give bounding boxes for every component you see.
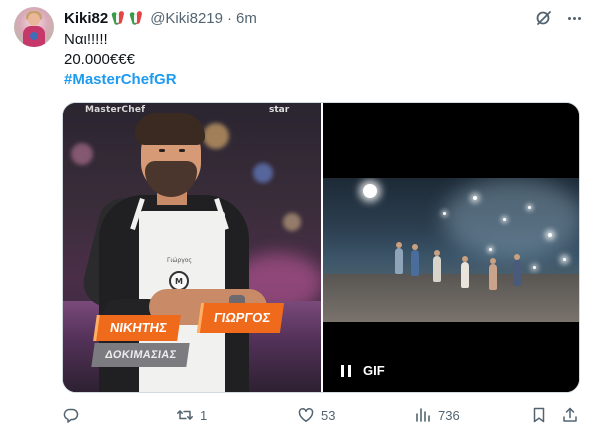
tweet[interactable]: Kiki82 @Kiki8219 · 6m Ναι!!!!! 20.000€€€… [0,0,600,435]
avatar[interactable] [14,7,54,47]
background-light [203,123,229,149]
bookmark-icon [533,407,545,423]
runner [513,260,521,286]
firework-spark [503,218,506,221]
gif-frame [323,178,579,322]
firework-spark [528,206,531,209]
firework-spark [489,248,492,251]
gif-badge: GIF [363,363,385,378]
more-options-icon[interactable] [564,8,584,28]
tweet-text-line: 20.000€€€ [64,51,135,68]
repost-button[interactable]: 1 [176,400,207,430]
avatar-decoration [30,32,38,40]
background-light [71,143,93,165]
views-count: 736 [438,407,460,423]
avatar-head [28,13,40,26]
like-button[interactable]: 53 [297,400,335,430]
person-beard [145,161,197,197]
gif-ground [323,274,579,322]
user-handle[interactable]: @Kiki8219 [150,10,223,27]
hashtag-link[interactable]: #MasterChefGR [64,70,177,90]
runner [489,264,497,290]
runner [411,250,419,276]
firework-spark [363,184,377,198]
timestamp[interactable]: 6m [236,10,257,27]
separator-dot: · [226,9,232,27]
gif-sky-glow [443,178,579,258]
share-icon [563,407,577,422]
runner [395,248,403,274]
views-icon [416,408,430,422]
repost-icon [177,410,193,420]
tweet-header: Kiki82 @Kiki8219 · 6m [64,8,257,28]
grok-icon[interactable] [534,8,554,28]
apron-name-tag: Γιώργος [167,257,192,264]
reply-icon [63,408,79,423]
bookmark-button[interactable] [530,400,548,430]
firework-spark [548,233,552,237]
person-hair [135,113,205,145]
runner [433,256,441,282]
lower-third-surname: ΓΙΩΡΓΟΣ [196,303,285,333]
like-count: 53 [321,407,336,423]
runner [461,262,469,288]
firework-spark [563,258,566,261]
firework-spark [533,266,536,269]
background-light [253,163,273,183]
channel-logo: MasterChef [85,105,146,115]
views-button[interactable]: 736 [414,400,460,430]
person-eye [179,149,185,152]
media-photo[interactable]: Γιώργος M MasterChef star ΓΙΩΡΓΟΣ ΝΙΚΗΤΗ… [63,103,321,392]
flag-ribbon-emoji-icon [111,10,126,26]
action-bar: 1 53 736 [0,400,600,430]
person-eye [159,149,165,152]
share-button[interactable] [561,400,579,430]
repost-count: 1 [200,407,208,423]
firework-spark [473,196,477,200]
lower-third-title: ΝΙΚΗΤΗΣ [93,315,181,341]
firework-spark [443,212,446,215]
station-logo: star [269,105,290,115]
heart-icon [298,407,314,422]
background-light [283,213,301,231]
media-gif[interactable]: GIF [323,103,579,392]
reply-button[interactable] [62,400,86,430]
apron-logo: M [169,271,189,291]
media-grid: Γιώργος M MasterChef star ΓΙΩΡΓΟΣ ΝΙΚΗΤΗ… [62,102,580,393]
pause-icon[interactable] [341,365,351,377]
display-name[interactable]: Kiki82 [64,10,108,27]
flag-ribbon-emoji-icon [129,10,144,26]
lower-third-subtitle: ΔΟΚΙΜΑΣΙΑΣ [91,343,191,367]
tweet-text-line: Ναι!!!!! [64,31,108,48]
